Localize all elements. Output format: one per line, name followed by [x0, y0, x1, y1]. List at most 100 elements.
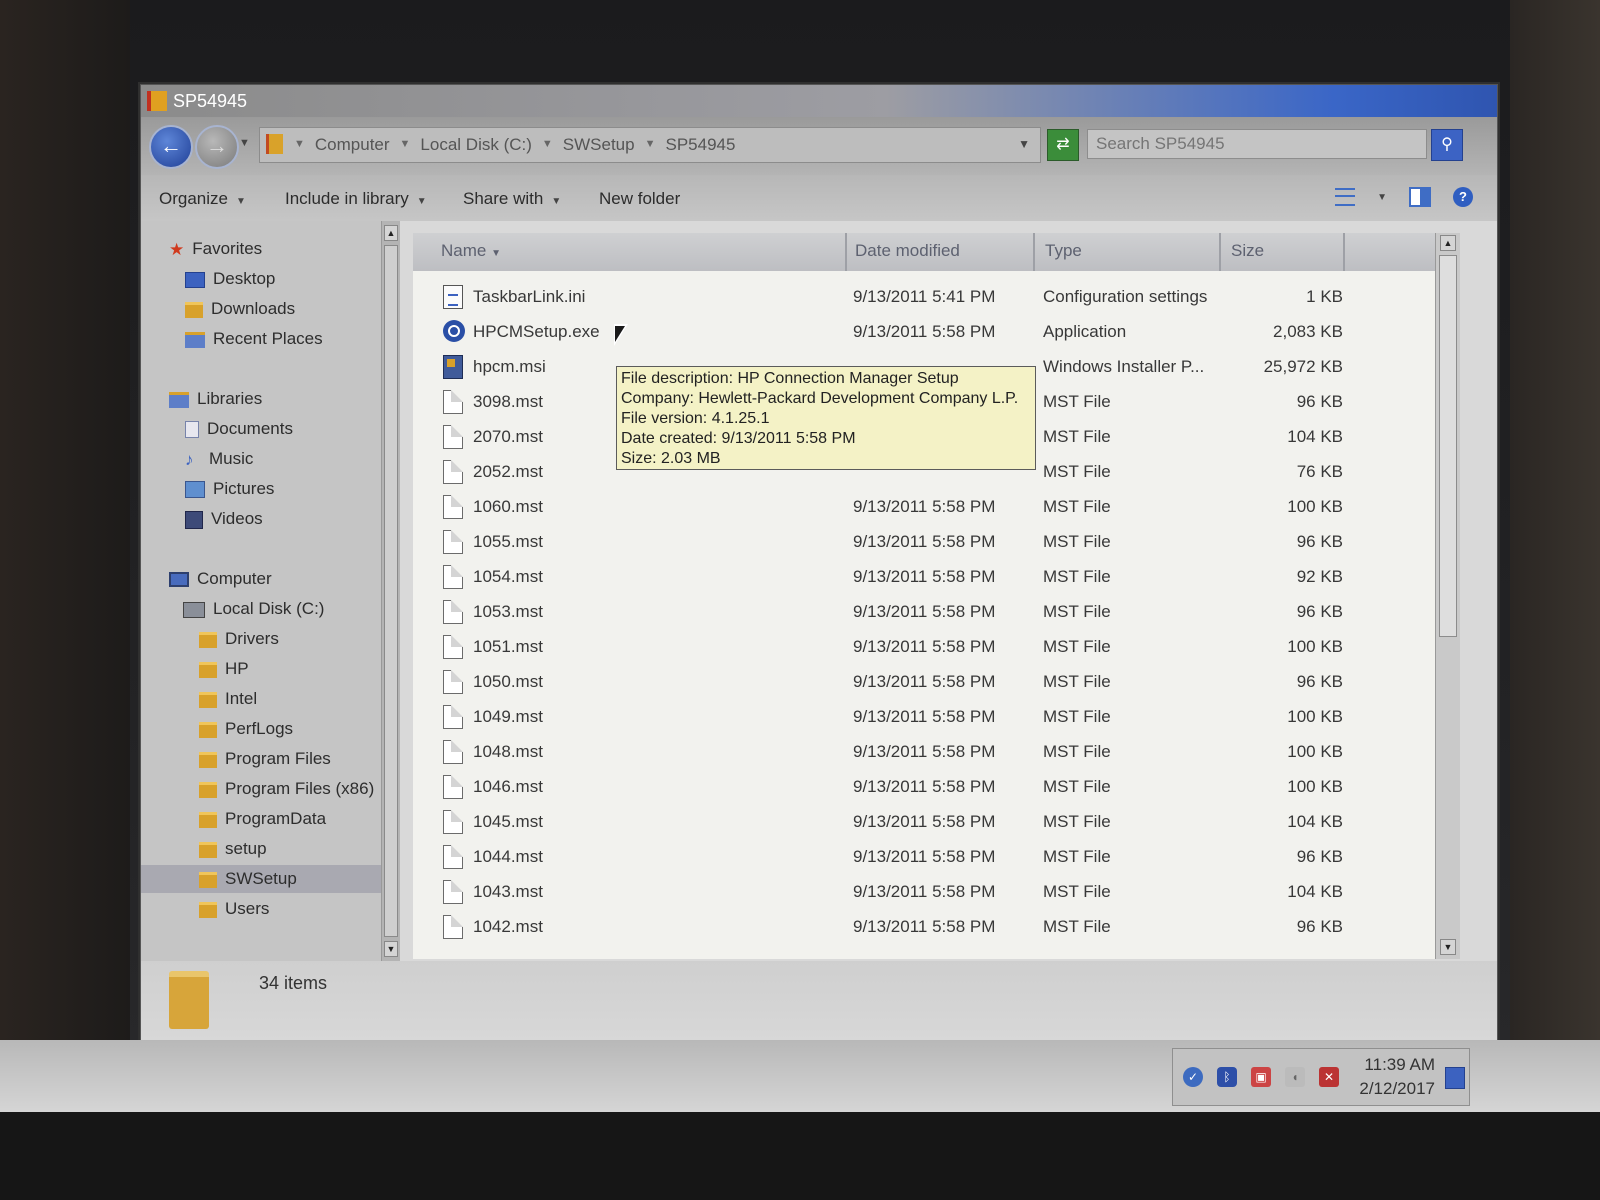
breadcrumb-local-disk[interactable]: Local Disk (C:): [420, 135, 531, 155]
tray-icons: ✓ ᛒ ▣ ◖ ✕: [1183, 1067, 1339, 1087]
address-bar[interactable]: ▼ Computer ▼ Local Disk (C:) ▼ SWSetup ▼…: [259, 127, 1041, 163]
show-desktop-button[interactable]: [1445, 1067, 1465, 1089]
nav-folder-program-files-x86[interactable]: Program Files (x86): [199, 775, 374, 803]
file-date: 9/13/2011 5:58 PM: [853, 567, 996, 586]
share-with-button[interactable]: Share with ▼: [463, 189, 561, 209]
nav-label: Users: [225, 899, 270, 918]
forward-button[interactable]: →: [195, 125, 239, 169]
nav-desktop[interactable]: Desktop: [185, 265, 275, 293]
nav-folder-program-files[interactable]: Program Files: [199, 745, 331, 773]
column-type[interactable]: Type: [1045, 241, 1082, 261]
nav-folder-programdata[interactable]: ProgramData: [199, 805, 326, 833]
chevron-icon[interactable]: ▼: [645, 135, 656, 155]
file-row[interactable]: 1055.mst 9/13/2011 5:58 PM MST File 96 KB: [413, 524, 1435, 559]
nav-recent-places[interactable]: Recent Places: [185, 325, 323, 353]
scroll-down-icon[interactable]: ▼: [1440, 939, 1456, 955]
nav-local-disk[interactable]: Local Disk (C:): [183, 595, 324, 623]
bluetooth-icon[interactable]: ᛒ: [1217, 1067, 1237, 1087]
file-row[interactable]: 1048.mst 9/13/2011 5:58 PM MST File 100 KB: [413, 734, 1435, 769]
file-row[interactable]: 1042.mst 9/13/2011 5:58 PM MST File 96 KB: [413, 909, 1435, 944]
search-button[interactable]: ⚲: [1431, 129, 1463, 161]
nav-computer[interactable]: Computer: [169, 565, 272, 593]
nav-favorites[interactable]: ★ Favorites: [169, 235, 262, 263]
file-type: MST File: [1043, 532, 1111, 551]
nav-folder-hp[interactable]: HP: [199, 655, 249, 683]
file-size: 104 KB: [1287, 882, 1343, 901]
breadcrumb-computer[interactable]: Computer: [315, 135, 390, 155]
file-size: 76 KB: [1296, 462, 1343, 481]
address-dropdown-icon[interactable]: ▼: [1018, 137, 1030, 151]
chevron-down-icon[interactable]: ▼: [1377, 192, 1387, 203]
breadcrumb-swsetup[interactable]: SWSetup: [563, 135, 635, 155]
monitor-bezel-left: [0, 0, 130, 1200]
scroll-up-icon[interactable]: ▲: [1440, 235, 1456, 251]
nav-pictures[interactable]: Pictures: [185, 475, 274, 503]
action-center-flag-icon[interactable]: ✕: [1319, 1067, 1339, 1087]
nav-music[interactable]: ♪ Music: [185, 445, 253, 473]
scroll-down-icon[interactable]: ▼: [384, 941, 398, 957]
clock-date: 2/12/2017: [1359, 1079, 1435, 1098]
tray-clock[interactable]: 11:39 AM 2/12/2017: [1351, 1053, 1435, 1101]
scroll-up-icon[interactable]: ▲: [384, 225, 398, 241]
new-folder-button[interactable]: New folder: [599, 189, 680, 209]
chevron-icon[interactable]: ▼: [294, 135, 305, 155]
file-list-scroll-thumb[interactable]: [1439, 255, 1457, 637]
nav-videos[interactable]: Videos: [185, 505, 263, 533]
search-input[interactable]: [1087, 129, 1427, 159]
volume-icon[interactable]: ◖: [1285, 1067, 1305, 1087]
column-size[interactable]: Size: [1231, 241, 1264, 261]
nav-folder-drivers[interactable]: Drivers: [199, 625, 279, 653]
column-divider[interactable]: [1343, 233, 1345, 271]
refresh-button[interactable]: ⇄: [1047, 129, 1079, 161]
chevron-icon[interactable]: ▼: [542, 135, 553, 155]
nav-folder-intel[interactable]: Intel: [199, 685, 257, 713]
nav-downloads[interactable]: Downloads: [185, 295, 295, 323]
file-name: 2052.mst: [473, 462, 543, 481]
file-name: 1045.mst: [473, 812, 543, 831]
nav-folder-users[interactable]: Users: [199, 895, 269, 923]
column-date[interactable]: Date modified: [855, 241, 960, 261]
column-divider[interactable]: [1033, 233, 1035, 271]
file-row[interactable]: 1043.mst 9/13/2011 5:58 PM MST File 104 KB: [413, 874, 1435, 909]
file-date: 9/13/2011 5:58 PM: [853, 637, 996, 656]
nav-libraries[interactable]: Libraries: [169, 385, 262, 413]
nav-folder-setup[interactable]: setup: [199, 835, 267, 863]
history-dropdown-icon[interactable]: ▼: [239, 137, 250, 149]
file-row[interactable]: 1046.mst 9/13/2011 5:58 PM MST File 100 KB: [413, 769, 1435, 804]
nav-folder-swsetup[interactable]: SWSetup: [141, 865, 381, 893]
file-row[interactable]: HPCMSetup.exe 9/13/2011 5:58 PM Applicatio…: [413, 314, 1435, 349]
breadcrumb-sp54945[interactable]: SP54945: [665, 135, 735, 155]
view-controls: ▼ ?: [1335, 187, 1473, 207]
column-divider[interactable]: [845, 233, 847, 271]
file-row[interactable]: 1045.mst 9/13/2011 5:58 PM MST File 104 KB: [413, 804, 1435, 839]
file-row[interactable]: 1053.mst 9/13/2011 5:58 PM MST File 96 KB: [413, 594, 1435, 629]
nav-scroll-thumb[interactable]: [384, 245, 398, 937]
preview-pane-icon[interactable]: [1409, 187, 1431, 207]
column-name[interactable]: Name ▼: [441, 241, 501, 261]
nav-folder-perflogs[interactable]: PerfLogs: [199, 715, 293, 743]
nav-documents[interactable]: Documents: [185, 415, 293, 443]
file-row[interactable]: 1044.mst 9/13/2011 5:58 PM MST File 96 KB: [413, 839, 1435, 874]
network-icon[interactable]: ▣: [1251, 1067, 1271, 1087]
nav-scrollbar[interactable]: ▲ ▼: [381, 221, 400, 961]
file-size: 100 KB: [1287, 637, 1343, 656]
file-row[interactable]: 1054.mst 9/13/2011 5:58 PM MST File 92 KB: [413, 559, 1435, 594]
organize-button[interactable]: Organize ▼: [159, 189, 246, 209]
file-row[interactable]: TaskbarLink.ini 9/13/2011 5:41 PM Configur…: [413, 279, 1435, 314]
chevron-icon[interactable]: ▼: [400, 135, 411, 155]
file-row[interactable]: 1050.mst 9/13/2011 5:58 PM MST File 96 KB: [413, 664, 1435, 699]
back-button[interactable]: ←: [149, 125, 193, 169]
security-shield-icon[interactable]: ✓: [1183, 1067, 1203, 1087]
change-view-icon[interactable]: [1335, 188, 1356, 206]
title-bar[interactable]: SP54945: [141, 85, 1497, 117]
mst-file-icon: [443, 635, 463, 659]
help-icon[interactable]: ?: [1453, 187, 1473, 207]
file-row[interactable]: 1049.mst 9/13/2011 5:58 PM MST File 100 KB: [413, 699, 1435, 734]
column-divider[interactable]: [1219, 233, 1221, 271]
file-row[interactable]: 1060.mst 9/13/2011 5:58 PM MST File 100 KB: [413, 489, 1435, 524]
file-list-scrollbar[interactable]: ▲ ▼: [1435, 233, 1460, 959]
file-row[interactable]: 1051.mst 9/13/2011 5:58 PM MST File 100 KB: [413, 629, 1435, 664]
include-in-library-button[interactable]: Include in library ▼: [285, 189, 427, 209]
mst-file-icon: [443, 845, 463, 869]
nav-label: Recent Places: [213, 329, 323, 348]
